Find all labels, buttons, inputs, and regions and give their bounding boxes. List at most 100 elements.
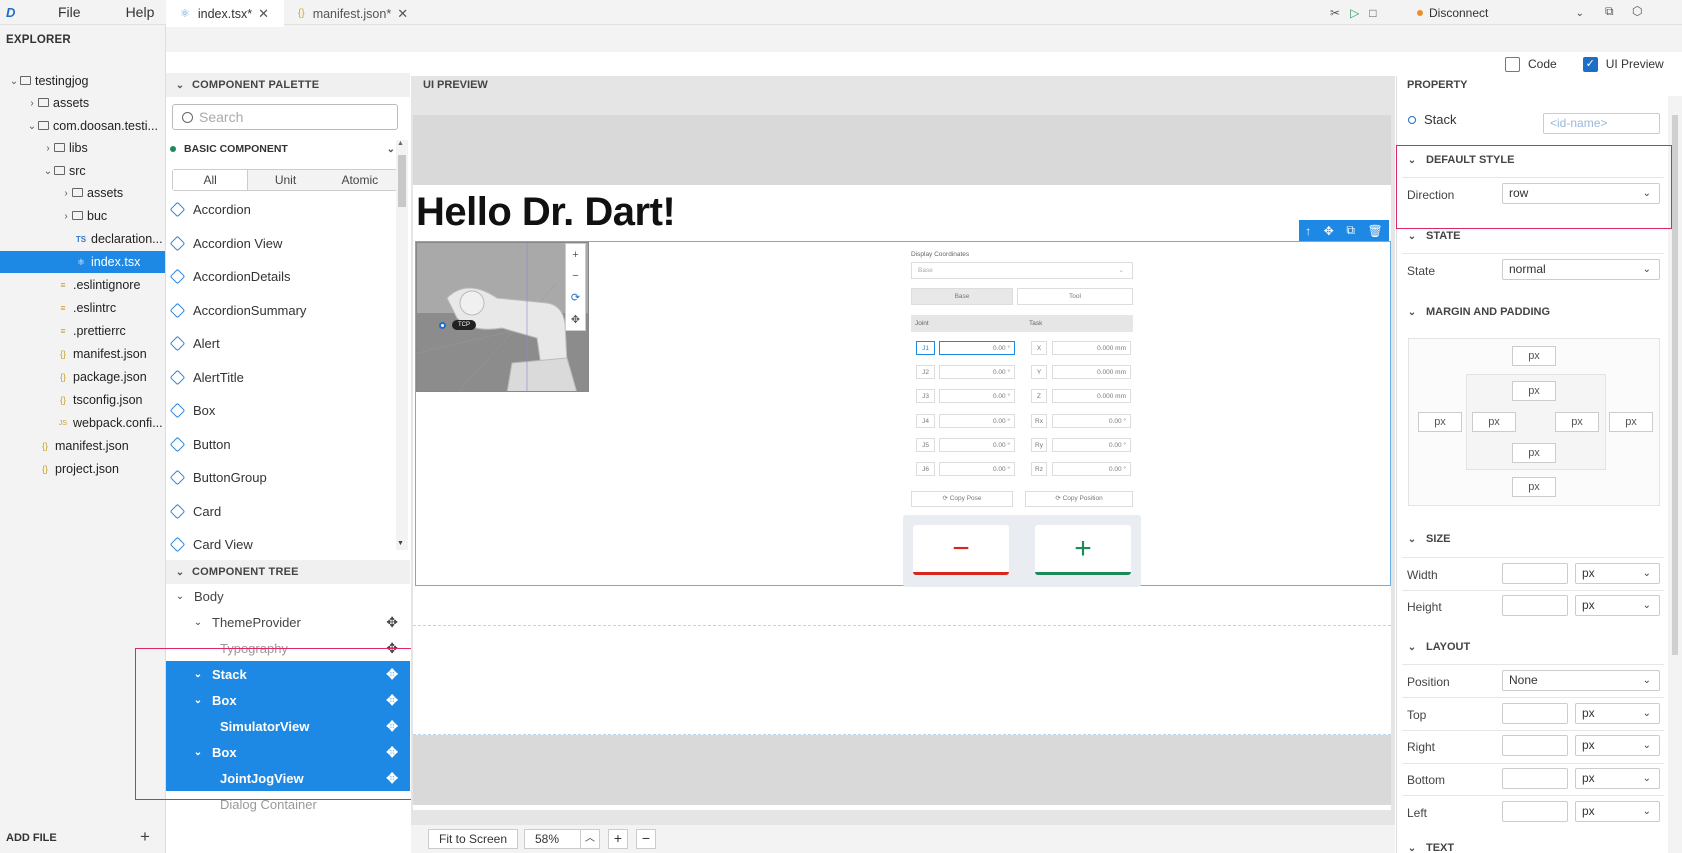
tree-item-declaration[interactable]: TS declaration... [0,228,165,250]
palette-item[interactable]: Accordion [169,199,251,219]
ui-preview-checkbox[interactable]: ✓ [1582,56,1598,72]
menu-file[interactable]: File [58,4,81,20]
tree-item-manifest-json[interactable]: {} manifest.json [0,343,165,365]
right-input[interactable] [1502,735,1568,756]
margin-top-input[interactable]: px [1512,346,1556,366]
top-unit-select[interactable]: px ⌄ [1575,703,1660,724]
jog-plus-button[interactable]: + [1035,525,1131,575]
padding-right-input[interactable]: px [1555,412,1599,432]
axis-value-z[interactable]: 0.000 mm [1052,389,1131,403]
fit-to-screen-button[interactable]: Fit to Screen [428,829,518,849]
tree-item-assets[interactable]: › assets [0,92,165,114]
tree-item-eslintignore[interactable]: ≡ .eslintignore [0,274,165,296]
padding-top-input[interactable]: px [1512,381,1556,401]
height-unit-select[interactable]: px ⌄ [1575,595,1660,616]
joint-label-j6[interactable]: J6 [916,462,935,476]
axis-value-ry[interactable]: 0.00 ° [1052,438,1131,452]
preview-heading[interactable]: Hello Dr. Dart! [416,190,676,235]
scroll-up-icon[interactable]: ▲ [397,140,404,147]
joint-value-j1[interactable]: 0.00 ° [939,341,1015,355]
margin-left-input[interactable]: px [1418,412,1462,432]
top-input[interactable] [1502,703,1568,724]
palette-item[interactable]: Alert [169,333,220,353]
code-checkbox[interactable] [1505,56,1520,72]
package-icon[interactable]: ⬡ [1632,4,1642,18]
margin-bottom-input[interactable]: px [1512,477,1556,497]
margin-right-input[interactable]: px [1609,412,1653,432]
width-input[interactable] [1502,563,1568,584]
connection-select[interactable]: Disconnect ⌄ [1405,3,1590,23]
palette-search-input[interactable]: Search [172,104,398,130]
joint-value-j3[interactable]: 0.00 ° [939,389,1015,403]
palette-item[interactable]: Card View [169,534,253,554]
padding-left-input[interactable]: px [1472,412,1516,432]
tool-button[interactable]: Tool [1017,288,1133,305]
position-select[interactable]: None ⌄ [1502,670,1660,691]
close-icon[interactable]: ✕ [397,6,408,22]
move-icon[interactable]: ✥ [1324,224,1334,238]
bottom-input[interactable] [1502,768,1568,789]
axis-value-y[interactable]: 0.000 mm [1052,365,1131,379]
state-header[interactable]: ⌄ STATE [1406,230,1461,242]
chevron-up-icon[interactable]: ︿ [580,829,600,849]
jog-minus-button[interactable]: − [913,525,1009,575]
copy-icon[interactable]: ⧉ [1346,223,1355,238]
joint-value-j4[interactable]: 0.00 ° [939,414,1015,428]
text-header[interactable]: ⌄ TEXT [1406,842,1454,853]
palette-item[interactable]: Button [169,434,231,454]
play-icon[interactable]: ▷ [1350,6,1359,20]
tree-item-project-json[interactable]: {} project.json [0,458,165,480]
base-button[interactable]: Base [911,288,1013,305]
right-unit-select[interactable]: px ⌄ [1575,735,1660,756]
zoom-out-button[interactable]: − [636,829,656,849]
tree-item-src[interactable]: ⌄ src [0,160,165,182]
palette-item[interactable]: AlertTitle [169,367,244,387]
move-icon[interactable]: ✥ [386,614,398,631]
palette-item[interactable]: Accordion View [169,233,282,253]
tab-index-tsx[interactable]: ⚛ index.tsx* ✕ [166,0,284,27]
tree-item-webpack[interactable]: JS webpack.confi... [0,412,165,434]
tree-item-index-tsx[interactable]: ⚛ index.tsx [0,251,165,273]
arrow-up-icon[interactable]: ↑ [1305,224,1311,238]
tree-item-testingjog[interactable]: ⌄ testingjog [0,70,165,92]
tree-item-manifest-json-root[interactable]: {} manifest.json [0,435,165,457]
delete-icon[interactable]: 🗑 [1368,224,1383,238]
stop-icon[interactable]: □ [1369,6,1376,20]
joint-label-j4[interactable]: J4 [916,414,935,428]
tree-item-tsconfig[interactable]: {} tsconfig.json [0,389,165,411]
bottom-unit-select[interactable]: px ⌄ [1575,768,1660,789]
menu-help[interactable]: Help [126,4,155,20]
filter-all[interactable]: All [173,170,249,190]
layout-header[interactable]: ⌄ LAYOUT [1406,641,1470,653]
axis-value-x[interactable]: 0.000 mm [1052,341,1131,355]
joint-label-j1[interactable]: J1 [916,341,935,355]
id-name-input[interactable]: <id-name> [1543,113,1660,134]
joint-value-j5[interactable]: 0.00 ° [939,438,1015,452]
tree-item-package-json[interactable]: {} package.json [0,366,165,388]
padding-bottom-input[interactable]: px [1512,443,1556,463]
state-select[interactable]: normal ⌄ [1502,259,1660,280]
ctree-item-themeprovider[interactable]: ⌄ ThemeProvider ✥ [166,609,410,635]
palette-item[interactable]: Card [169,501,221,521]
tree-item-buc[interactable]: › buc [0,205,165,227]
add-file-button[interactable]: + [140,827,150,847]
joint-label-j5[interactable]: J5 [916,438,935,452]
palette-scroll-thumb[interactable] [398,155,406,207]
width-unit-select[interactable]: px ⌄ [1575,563,1660,584]
zoom-level-input[interactable]: 58% [524,829,582,849]
palette-item[interactable]: Box [169,400,215,420]
palette-item[interactable]: AccordionDetails [169,266,291,286]
height-input[interactable] [1502,595,1568,616]
basic-component-group[interactable]: BASIC COMPONENT ⌄ [170,143,395,155]
left-unit-select[interactable]: px ⌄ [1575,801,1660,822]
ctree-item-body[interactable]: ⌄ Body [166,583,410,609]
component-tree-header[interactable]: ⌄ COMPONENT TREE [166,560,410,584]
tab-manifest-json[interactable]: {} manifest.json* ✕ [284,0,422,27]
scroll-down-icon[interactable]: ▼ [397,540,404,547]
tree-item-eslintrc[interactable]: ≡ .eslintrc [0,297,165,319]
left-input[interactable] [1502,801,1568,822]
copy-position-button[interactable]: ⟳ Copy Position [1025,491,1133,507]
joint-value-j2[interactable]: 0.00 ° [939,365,1015,379]
tree-item-com-doosan[interactable]: ⌄ com.doosan.testi... [0,115,165,137]
axis-value-rz[interactable]: 0.00 ° [1052,462,1131,476]
